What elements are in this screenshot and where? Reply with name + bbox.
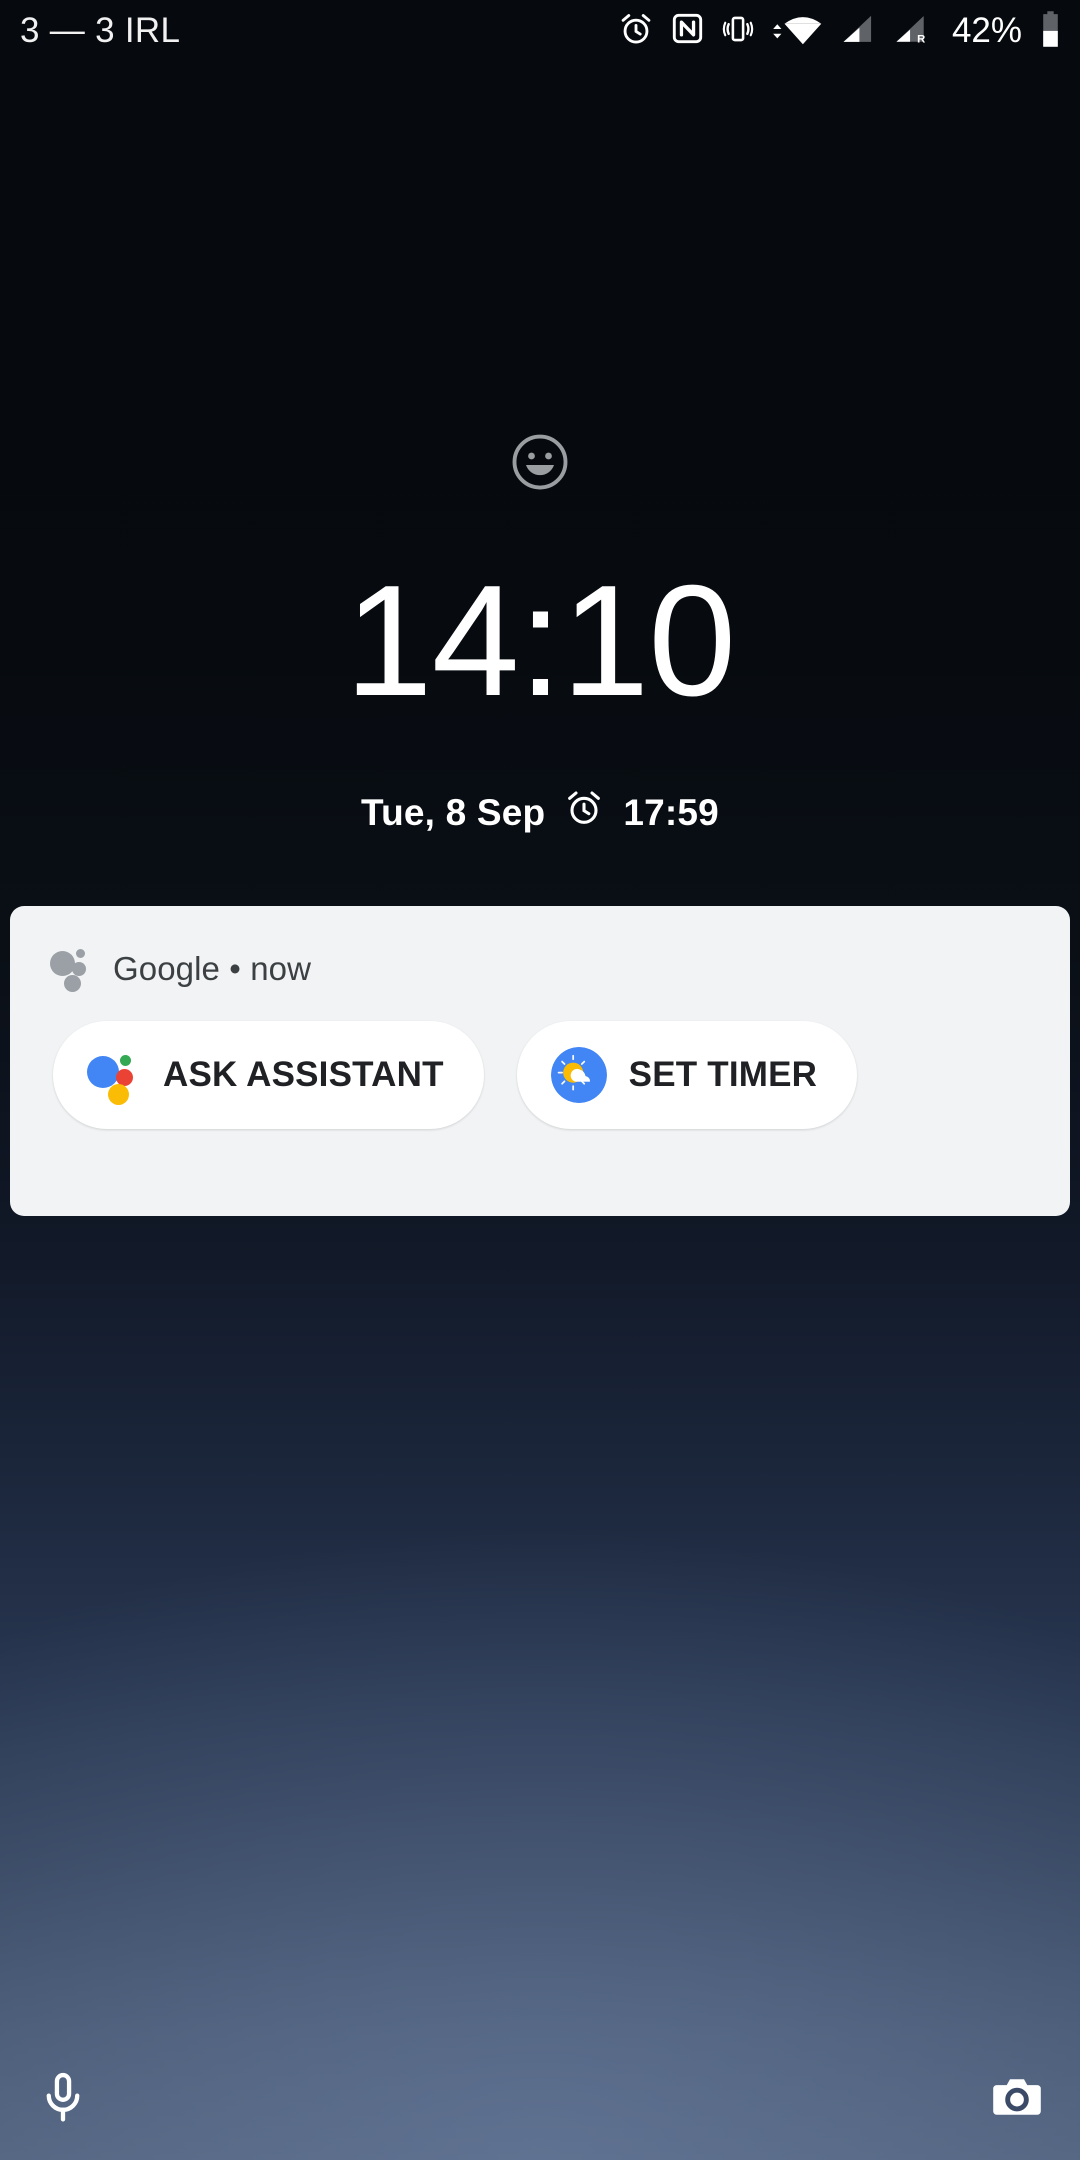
- status-bar: 3 — 3 IRL R 42%: [0, 0, 1080, 62]
- ask-assistant-button[interactable]: ASK ASSISTANT: [53, 1021, 484, 1129]
- alarm-icon: [618, 11, 654, 52]
- battery-percent-label: 42%: [951, 11, 1022, 50]
- lockscreen-date-label: Tue, 8 Sep: [361, 791, 546, 833]
- notification-app-line: Google • now: [113, 949, 312, 987]
- google-assistant-icon: [50, 946, 95, 992]
- notification-card[interactable]: Google • now ASK ASSISTANT SET TIMER: [10, 906, 1070, 1216]
- cellular-signal-icon: [839, 11, 875, 52]
- lockscreen-clock: 14:10: [344, 553, 736, 729]
- set-timer-button[interactable]: SET TIMER: [516, 1021, 858, 1129]
- alarm-icon: [564, 788, 604, 837]
- next-alarm-time: 17:59: [623, 791, 719, 833]
- camera-icon: [989, 2069, 1045, 2130]
- camera-shortcut[interactable]: [980, 2062, 1054, 2136]
- microphone-shortcut[interactable]: [26, 2062, 100, 2136]
- notification-actions: ASK ASSISTANT SET TIMER: [10, 991, 1070, 1129]
- google-clock-icon: [550, 1047, 607, 1103]
- cellular-signal-roaming-icon: R: [892, 11, 932, 52]
- vibrate-icon: [721, 12, 755, 51]
- set-timer-label: SET TIMER: [628, 1055, 818, 1094]
- wifi-icon: [772, 11, 822, 52]
- ask-assistant-label: ASK ASSISTANT: [163, 1055, 444, 1094]
- nfc-icon: [671, 12, 704, 50]
- status-bar-carrier-label: 3 — 3 IRL: [20, 11, 181, 50]
- lockscreen-root: 3 — 3 IRL R 42% 14:10 Tue, 8 Sep 17:59 G…: [0, 0, 1080, 2160]
- microphone-icon: [35, 2069, 91, 2130]
- status-bar-icons: R 42%: [618, 10, 1062, 53]
- battery-icon: [1039, 10, 1062, 53]
- smiley-face-icon-wrap: [0, 432, 1080, 497]
- svg-text:R: R: [917, 33, 925, 45]
- notification-header: Google • now: [10, 906, 1070, 992]
- smiley-face-icon: [510, 432, 570, 497]
- google-assistant-icon: [87, 1048, 141, 1105]
- lockscreen-date-row: Tue, 8 Sep 17:59: [0, 788, 1080, 837]
